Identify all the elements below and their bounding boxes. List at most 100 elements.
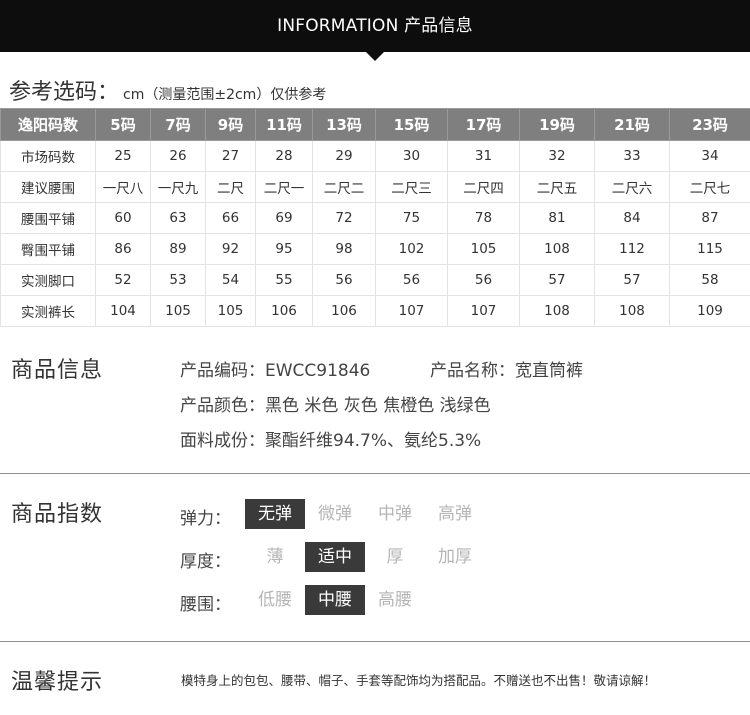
section-divider [0,473,750,474]
row-label: 建议腰围 [0,171,96,203]
table-cell: 102 [375,233,448,265]
size-table-header-cell: 5码 [95,108,151,141]
table-cell: 108 [594,295,670,327]
size-reference-heading: 参考选码： cm（测量范围±2cm）仅供参考 [9,74,327,105]
table-cell: 30 [375,140,448,172]
waist-option-high: 高腰 [378,590,412,610]
size-table-header-cell: 21码 [594,108,670,141]
size-table-header-cell: 13码 [312,108,376,141]
table-cell: 78 [447,202,520,234]
table-cell: 107 [447,295,520,327]
size-table-header-cell: 9码 [205,108,256,141]
table-cell: 86 [95,233,151,265]
table-cell: 105 [150,295,206,327]
table-cell: 92 [205,233,256,265]
table-cell: 二尺一 [255,171,313,203]
elasticity-label: 弹力： [180,509,231,529]
size-table-header-cell: 11码 [255,108,313,141]
row-label: 腰围平铺 [0,202,96,234]
thickness-option-moderate: 适中 [305,542,365,572]
size-table-header-cell: 7码 [150,108,206,141]
table-cell: 56 [447,264,520,296]
table-cell: 81 [519,202,595,234]
table-cell: 27 [205,140,256,172]
banner-notch-arrow [366,52,384,61]
info-banner: INFORMATION 产品信息 [0,0,750,52]
thickness-option-thick: 厚 [386,547,404,567]
table-row: 臀围平铺 86 89 92 95 98 102 105 108 112 115 [0,233,750,265]
elasticity-option-medium: 中弹 [378,504,412,524]
table-cell: 115 [669,233,750,265]
product-info-title: 商品信息 [11,358,104,383]
thickness-option-thin: 薄 [266,547,284,567]
table-cell: 53 [150,264,206,296]
product-fabric: 面料成份：聚酯纤维94.7%、氨纶5.3% [180,431,482,451]
size-table-header-cell: 23码 [669,108,750,141]
product-code: 产品编码：EWCC91846 [180,361,371,381]
table-cell: 95 [255,233,313,265]
table-cell: 75 [375,202,448,234]
row-label: 市场码数 [0,140,96,172]
table-cell: 87 [669,202,750,234]
tips-title: 温馨提示 [11,670,104,695]
table-cell: 60 [95,202,151,234]
waist-option-low: 低腰 [258,590,292,610]
thickness-label: 厚度： [180,552,231,572]
table-cell: 84 [594,202,670,234]
table-cell: 107 [375,295,448,327]
table-row: 腰围平铺 60 63 66 69 72 75 78 81 84 87 [0,202,750,234]
table-row: 实测裤长 104 105 105 106 106 107 107 108 108… [0,295,750,327]
table-cell: 57 [594,264,670,296]
table-cell: 32 [519,140,595,172]
table-cell: 二尺二 [312,171,376,203]
elasticity-option-high: 高弹 [438,504,472,524]
waist-option-mid: 中腰 [305,585,365,615]
table-cell: 52 [95,264,151,296]
elasticity-option-none: 无弹 [245,499,305,529]
table-cell: 108 [519,233,595,265]
table-cell: 34 [669,140,750,172]
table-cell: 33 [594,140,670,172]
table-cell: 63 [150,202,206,234]
product-colors: 产品颜色：黑色 米色 灰色 焦橙色 浅绿色 [180,396,491,416]
size-reference-note: cm（测量范围±2cm）仅供参考 [123,87,327,103]
table-cell: 89 [150,233,206,265]
section-divider [0,641,750,642]
table-cell: 25 [95,140,151,172]
product-name: 产品名称：宽直筒裤 [430,361,583,381]
table-cell: 69 [255,202,313,234]
table-cell: 66 [205,202,256,234]
table-row: 市场码数 25 26 27 28 29 30 31 32 33 34 [0,140,750,172]
table-cell: 109 [669,295,750,327]
table-cell: 54 [205,264,256,296]
table-cell: 108 [519,295,595,327]
row-label: 臀围平铺 [0,233,96,265]
table-cell: 二尺三 [375,171,448,203]
table-cell: 一尺九 [150,171,206,203]
table-cell: 56 [312,264,376,296]
table-cell: 31 [447,140,520,172]
table-cell: 26 [150,140,206,172]
table-cell: 98 [312,233,376,265]
table-cell: 二尺五 [519,171,595,203]
table-cell: 106 [255,295,313,327]
table-cell: 二尺六 [594,171,670,203]
table-row: 实测脚口 52 53 54 55 56 56 56 57 57 58 [0,264,750,296]
row-label: 实测脚口 [0,264,96,296]
table-row: 建议腰围 一尺八 一尺九 二尺 二尺一 二尺二 二尺三 二尺四 二尺五 二尺六 … [0,171,750,203]
size-table-header-cell: 19码 [519,108,595,141]
table-cell: 55 [255,264,313,296]
table-cell: 28 [255,140,313,172]
table-cell: 57 [519,264,595,296]
table-cell: 112 [594,233,670,265]
table-cell: 一尺八 [95,171,151,203]
size-table-header-row: 逸阳码数 5码 7码 9码 11码 13码 15码 17码 19码 21码 23… [0,108,750,141]
size-table-header-cell: 17码 [447,108,520,141]
table-cell: 106 [312,295,376,327]
table-cell: 104 [95,295,151,327]
thickness-option-extra-thick: 加厚 [438,547,472,567]
table-cell: 105 [447,233,520,265]
elasticity-option-slight: 微弹 [318,504,352,524]
table-cell: 58 [669,264,750,296]
size-table-header-cell: 逸阳码数 [0,108,96,141]
